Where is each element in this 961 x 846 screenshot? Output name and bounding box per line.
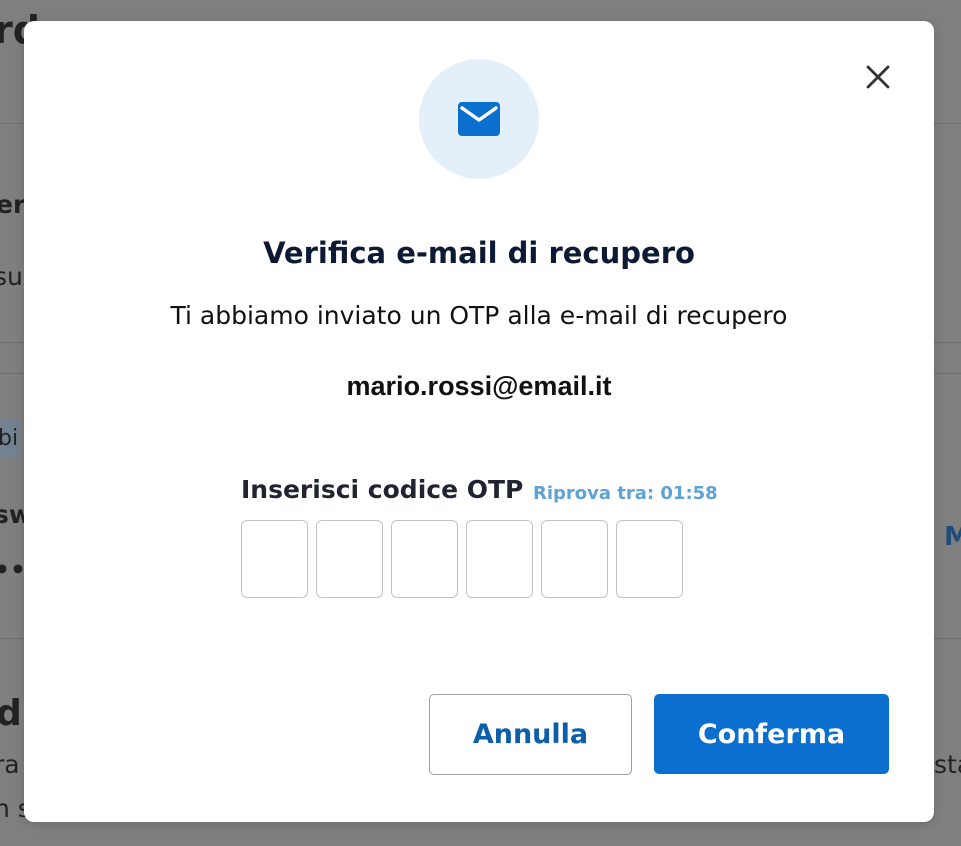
otp-input-group [241, 520, 683, 598]
otp-digit-3[interactable] [391, 520, 458, 598]
otp-digit-2[interactable] [316, 520, 383, 598]
otp-digit-1[interactable] [241, 520, 308, 598]
cancel-button[interactable]: Annulla [429, 694, 632, 775]
background-fragment: bi [0, 420, 21, 457]
modal-title: Verifica e-mail di recupero [263, 236, 695, 270]
background-fragment: d [0, 693, 22, 734]
background-fragment: su [0, 262, 23, 291]
background-fragment: ra [0, 750, 20, 779]
mail-icon-circle [419, 59, 539, 179]
background-fragment: M [944, 522, 961, 552]
modal-subtitle: Ti abbiamo inviato un OTP alla e-mail di… [170, 301, 788, 330]
otp-digit-5[interactable] [541, 520, 608, 598]
background-fragment: er [0, 190, 26, 219]
otp-digit-4[interactable] [466, 520, 533, 598]
background-fragment: sta [934, 750, 961, 779]
verify-email-modal: Verifica e-mail di recupero Ti abbiamo i… [24, 21, 934, 822]
mail-icon [458, 102, 500, 136]
confirm-button[interactable]: Conferma [654, 694, 889, 774]
otp-digit-6[interactable] [616, 520, 683, 598]
retry-countdown: Riprova tra: 01:58 [533, 483, 718, 504]
otp-label: Inserisci codice OTP [241, 475, 524, 504]
recovery-email: mario.rossi@email.it [346, 371, 612, 401]
close-button[interactable] [862, 61, 894, 93]
close-icon[interactable] [866, 65, 890, 89]
